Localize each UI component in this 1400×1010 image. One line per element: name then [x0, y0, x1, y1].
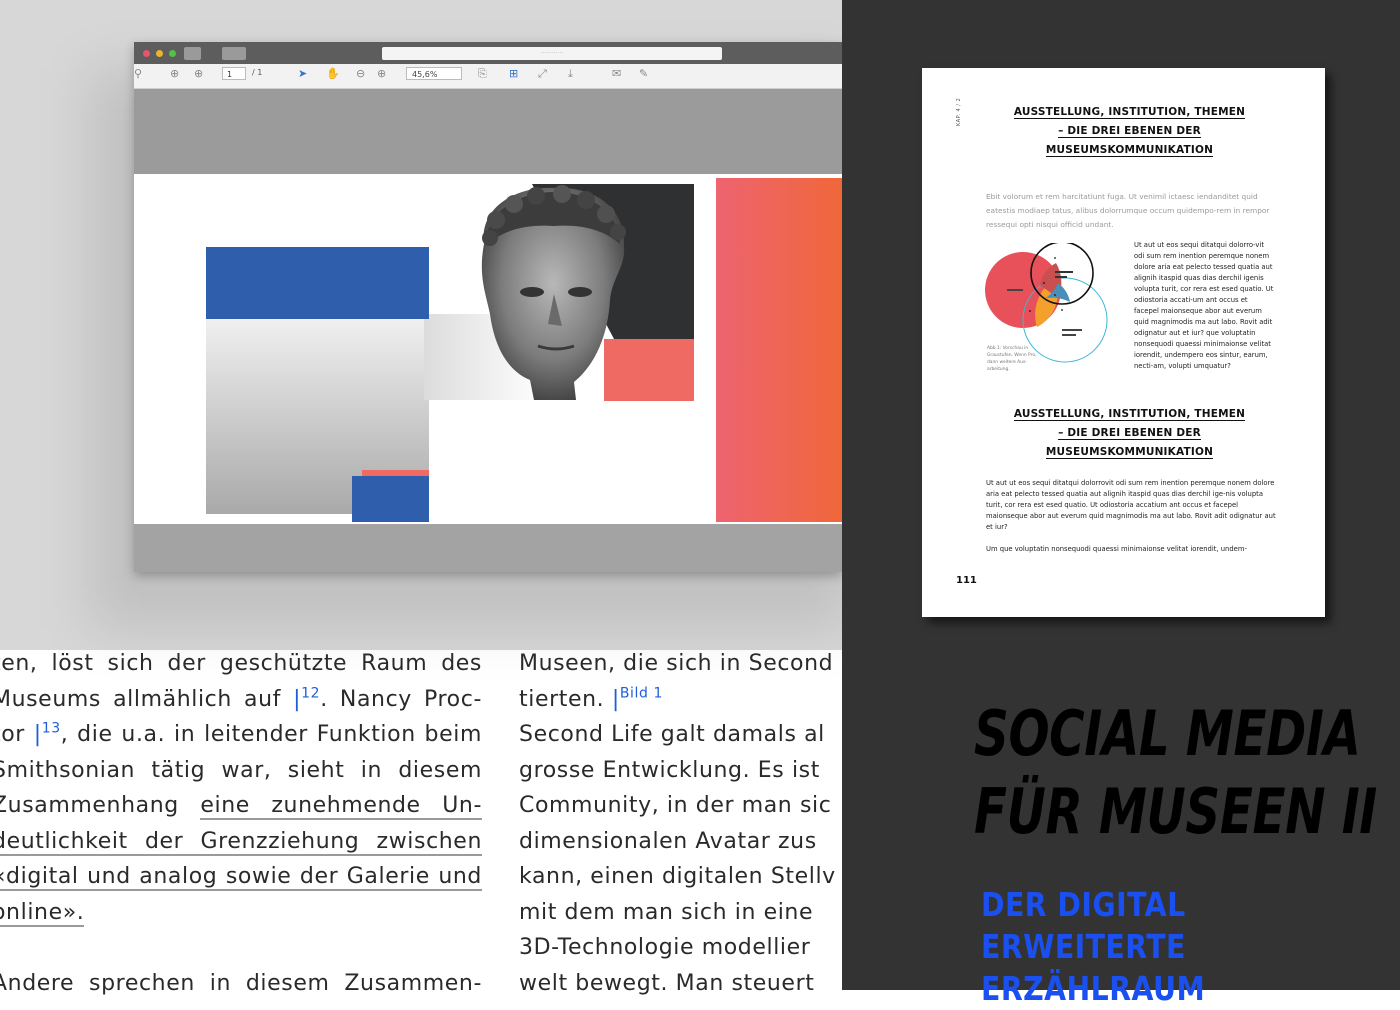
viewer-toolbar: ⚲ ⊕ ⊕ 1 / 1 ➤ ✋ ⊖ ⊕ 45,6% ⎘ ⊞ ⤢ ⤓ ✉ ✎ — [134, 64, 842, 89]
close-button[interactable] — [143, 50, 150, 57]
search-icon[interactable]: ⚲ — [134, 67, 142, 81]
zoom-select[interactable]: 45,6% — [406, 67, 462, 80]
comment-icon[interactable]: ✉ — [612, 67, 621, 81]
image-ref-link[interactable]: Bild 1 — [620, 685, 663, 701]
text-line: tor |13, die u.a. in leitender Funktion … — [0, 720, 482, 747]
project-subtitle: DER DIGITAL ERWEITERTE ERZÄHLRAUM — [981, 885, 1206, 1008]
page-number-input[interactable]: 1 — [222, 67, 246, 80]
sign-icon[interactable]: ✎ — [639, 67, 648, 81]
text-line: Andere sprechen in diesem Zusammen- — [0, 970, 482, 996]
figure-caption: Abb.1: Vorschau in Graustufen. Wenn Pro,… — [987, 346, 1037, 372]
zoom-out-icon[interactable]: ⊖ — [356, 67, 365, 81]
page-total: / 1 — [252, 68, 263, 77]
text-line: ten, löst sich der geschützte Raum des — [0, 651, 482, 676]
lead-paragraph: Ebit volorum et rem harcitatiunt fuga. U… — [986, 192, 1270, 229]
page-heading-line: – DIE DREI EBENEN DER — [1058, 427, 1201, 440]
body-text-column-1: ten, löst sich der geschützte Raum des M… — [0, 646, 482, 1001]
address-field[interactable]: ············ — [382, 47, 722, 60]
text-line: deutlichkeit der Grenzziehung zwischen — [0, 824, 482, 860]
side-paragraph: Ut aut ut eos sequi ditatqui dolorro-vit… — [1134, 241, 1274, 370]
blue-block-bottom — [352, 476, 429, 522]
presentation-background: ············ ⚲ ⊕ ⊕ 1 / 1 ➤ ✋ ⊖ ⊕ 45,6% ⎘… — [0, 0, 850, 650]
viewer-canvas-bottom — [134, 524, 842, 572]
minimize-button[interactable] — [156, 50, 163, 57]
fit-width-icon[interactable]: ⊞ — [509, 67, 518, 81]
fullscreen-icon[interactable]: ⤢ — [538, 67, 547, 81]
text-line: Zusammenhang eine zunehmende Un- — [0, 793, 482, 820]
pdf-viewer-window: ············ ⚲ ⊕ ⊕ 1 / 1 ➤ ✋ ⊖ ⊕ 45,6% ⎘… — [134, 42, 842, 572]
text-line: «digital und analog sowie der Galerie un… — [0, 859, 482, 895]
hand-tool-icon[interactable]: ✋ — [326, 67, 340, 81]
window-titlebar: ············ — [134, 42, 842, 64]
slide-artwork — [206, 178, 842, 522]
zoom-in-icon[interactable]: ⊕ — [377, 67, 386, 81]
project-title: SOCIAL MEDIA FÜR MUSEEN II — [974, 697, 1377, 848]
page-heading-line: AUSSTELLUNG, INSTITUTION, THEMEN — [1013, 408, 1246, 421]
presentation-slide — [134, 174, 842, 524]
page-heading-line: MUSEUMSKOMMUNIKATION — [1045, 446, 1214, 459]
highlighted-quote: eine zunehmende Un- — [200, 793, 482, 820]
page-heading-line: AUSSTELLUNG, INSTITUTION, THEMEN — [1013, 106, 1246, 119]
page-heading-line: MUSEUMSKOMMUNIKATION — [1045, 144, 1214, 157]
download-icon[interactable]: ⤓ — [568, 67, 573, 81]
footnote-link-13[interactable]: 13 — [42, 721, 61, 737]
red-square — [604, 339, 694, 401]
page-number: 111 — [956, 575, 977, 586]
sidebar-toggle-button[interactable] — [222, 47, 246, 60]
body-paragraph: Ut aut ut eos sequi ditatqui dolorrovit … — [986, 479, 1276, 531]
text-line: online». — [0, 895, 482, 931]
maximize-button[interactable] — [169, 50, 176, 57]
book-page: KAP. 4 / 2 AUSSTELLUNG, INSTITUTION, THE… — [922, 68, 1325, 617]
blue-block-top — [206, 247, 429, 319]
page-heading-line: – DIE DREI EBENEN DER — [1058, 125, 1201, 138]
page-up-icon[interactable]: ⊕ — [170, 67, 179, 81]
fit-page-icon[interactable]: ⎘ — [478, 67, 487, 81]
text-line: Museums allmählich auf |12. Nancy Proc- — [0, 685, 482, 712]
footnote-link-12[interactable]: 12 — [301, 685, 320, 701]
select-arrow-icon[interactable]: ➤ — [298, 67, 307, 81]
text-line: Smithsonian tätig war, sieht in diesem — [0, 757, 482, 783]
back-forward-button[interactable] — [184, 47, 201, 60]
running-head: KAP. 4 / 2 — [956, 97, 962, 126]
page-down-icon[interactable]: ⊕ — [194, 67, 203, 81]
red-gradient-block — [716, 178, 842, 522]
viewer-canvas-top — [134, 89, 842, 174]
body-paragraph: Um que voluptatin nonsequodi quaessi min… — [986, 545, 1247, 553]
